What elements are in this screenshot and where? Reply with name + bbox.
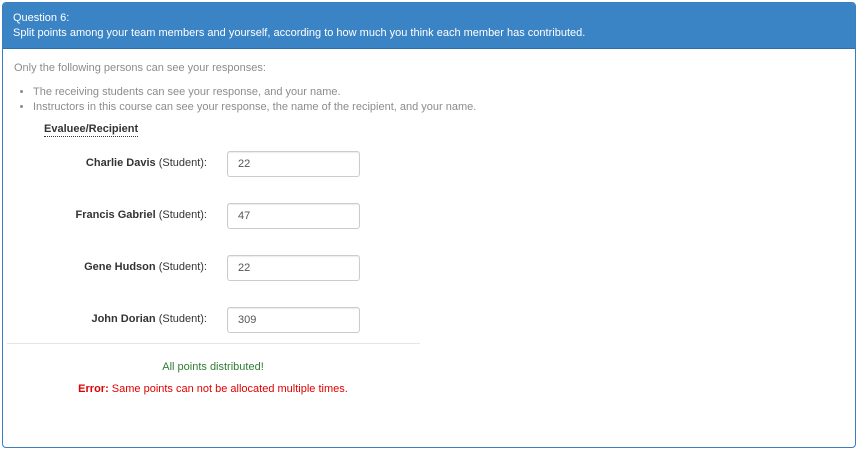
points-distributed-message: All points distributed! (162, 361, 264, 373)
evaluee-recipient-header[interactable]: Evaluee/Recipient (44, 123, 139, 137)
error-label: Error: (78, 383, 109, 395)
recipient-label: Francis Gabriel (Student): (76, 209, 207, 221)
recipient-label: John Dorian (Student): (91, 313, 207, 325)
recipient-role: (Student): (158, 261, 207, 273)
recipient-label: Gene Hudson (Student): (84, 261, 207, 273)
question-text: Split points among your team members and… (13, 27, 586, 39)
recipient-row: Francis Gabriel (Student): (3, 203, 423, 229)
visibility-intro: Only the following persons can see your … (14, 62, 266, 74)
visibility-list: The receiving students can see your resp… (14, 85, 476, 115)
recipient-name: Gene Hudson (84, 261, 156, 273)
error-text: Same points can not be allocated multipl… (108, 383, 348, 395)
points-input[interactable] (227, 255, 360, 281)
recipient-name: Francis Gabriel (75, 209, 156, 221)
error-message: Error: Same points can not be allocated … (3, 383, 423, 395)
recipient-name: Charlie Davis (85, 157, 156, 169)
divider (7, 343, 420, 344)
points-input[interactable] (227, 151, 360, 177)
recipient-label: Charlie Davis (Student): (86, 157, 207, 169)
recipient-role: (Student): (158, 313, 207, 325)
visibility-item-instructors: Instructors in this course can see your … (33, 100, 476, 115)
recipient-row: Charlie Davis (Student): (3, 151, 423, 177)
points-input[interactable] (227, 203, 360, 229)
question-number: Question 6: (13, 12, 70, 24)
recipient-name: John Dorian (91, 313, 156, 325)
points-input[interactable] (227, 307, 360, 333)
question-heading: Question 6: Split points among your team… (3, 3, 855, 49)
recipient-role: (Student): (158, 157, 207, 169)
recipient-role: (Student): (158, 209, 207, 221)
visibility-info: Only the following persons can see your … (14, 62, 476, 115)
question-panel: Question 6: Split points among your team… (2, 2, 856, 448)
visibility-item-students: The receiving students can see your resp… (33, 85, 476, 100)
recipient-row: John Dorian (Student): (3, 307, 423, 333)
recipient-row: Gene Hudson (Student): (3, 255, 423, 281)
